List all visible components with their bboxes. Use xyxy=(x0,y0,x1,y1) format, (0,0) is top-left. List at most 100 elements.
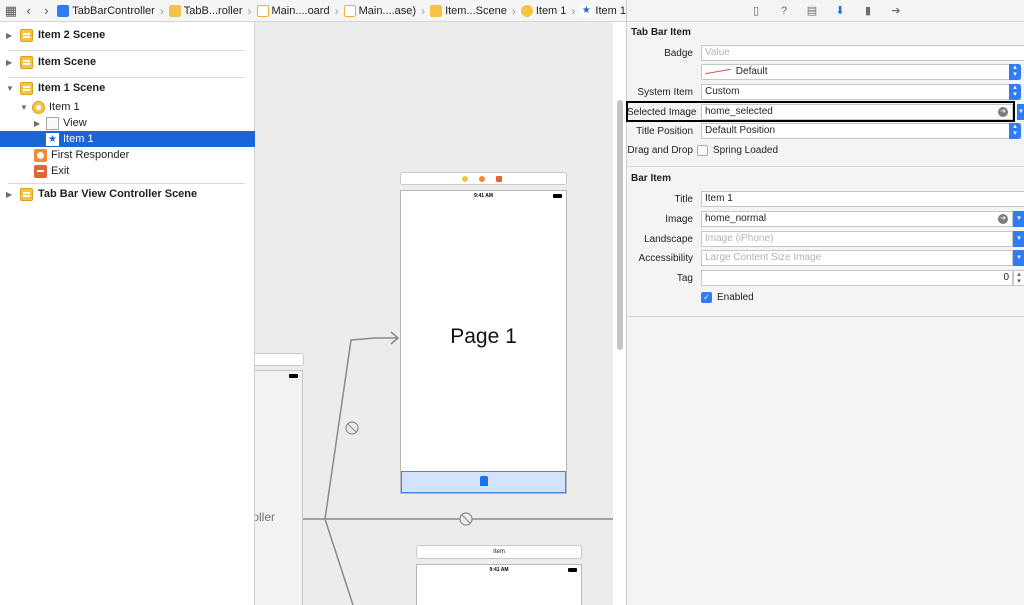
disclosure-triangle-icon[interactable]: ▶ xyxy=(6,58,16,67)
tag-row: Tag 0 ▴ ▾ xyxy=(627,269,1024,287)
breadcrumb-scene[interactable]: Item...Scene xyxy=(430,4,507,17)
title-label: Title xyxy=(674,193,693,205)
enabled-label: Enabled xyxy=(717,291,754,303)
identity-inspector-icon[interactable]: ▤ xyxy=(804,3,820,19)
item-scene-bar[interactable]: Item xyxy=(416,545,582,559)
tab-bar-controller-frame[interactable] xyxy=(255,370,303,605)
title-field[interactable]: Item 1 xyxy=(701,191,1024,207)
disclosure-triangle-icon[interactable]: ▶ xyxy=(6,31,16,40)
breadcrumb-folder[interactable]: TabB...roller xyxy=(168,4,243,17)
badge-field[interactable]: Value xyxy=(701,45,1024,61)
tab-bar[interactable] xyxy=(401,471,566,493)
canvas-scrollbar[interactable] xyxy=(617,100,623,350)
battery-icon xyxy=(553,194,562,198)
go-to-arrow-icon[interactable]: ➔ xyxy=(998,214,1008,224)
attributes-inspector-icon[interactable]: ⬇ xyxy=(832,3,848,19)
image-row: Image home_normal ➔ ▾ xyxy=(627,210,1024,228)
system-item-label: System Item xyxy=(637,86,693,98)
spring-loaded-label: Spring Loaded xyxy=(713,144,779,156)
scene-icon xyxy=(20,28,33,42)
chevron-right-icon: › xyxy=(421,3,426,18)
badge-label: Badge xyxy=(664,47,693,59)
file-inspector-icon[interactable]: ▯ xyxy=(748,3,764,19)
exit-icon xyxy=(34,164,47,178)
enabled-checkbox[interactable]: ✓ xyxy=(701,291,712,303)
view-icon xyxy=(46,116,59,130)
tag-field[interactable]: 0 xyxy=(701,270,1013,286)
scene-icon xyxy=(20,81,33,95)
tree-label: Item 1 xyxy=(49,101,80,113)
chevron-right-icon: › xyxy=(334,3,339,18)
page-title-label[interactable]: Page 1 xyxy=(401,325,566,349)
landscape-label: Landscape xyxy=(644,233,693,245)
landscape-combo[interactable]: Image (iPhone) xyxy=(701,231,1013,247)
breadcrumb-storyboard-base[interactable]: Main....ase) xyxy=(343,4,416,17)
image-combo[interactable]: home_normal ➔ xyxy=(701,211,1013,227)
breadcrumb-label: Item...Scene xyxy=(445,4,507,17)
item-phone-frame[interactable]: 9:41 AM xyxy=(416,564,582,605)
storyboard-canvas[interactable]: troller 9:41 AM Page 1 Item 9:41 AM xyxy=(255,22,613,605)
breadcrumb-project[interactable]: TabBarController xyxy=(57,4,155,17)
dropdown-arrow-icon[interactable]: ▾ xyxy=(1013,250,1024,266)
breadcrumb-storyboard[interactable]: Main....oard xyxy=(256,4,330,17)
landscape-row: Landscape Image (iPhone) ▾ xyxy=(627,230,1024,248)
breadcrumb-label: TabBarController xyxy=(72,4,155,17)
section-divider xyxy=(627,166,1024,167)
scene-label: Tab Bar View Controller Scene xyxy=(38,188,198,200)
scene-icon xyxy=(430,4,443,17)
spring-loaded-checkbox[interactable] xyxy=(697,144,708,156)
badge-color-popup[interactable]: Default ▴ ▾ xyxy=(701,64,1021,80)
item-1-scene-bar[interactable] xyxy=(400,172,567,185)
section-title-tab-bar-item: Tab Bar Item xyxy=(631,27,691,38)
disclosure-triangle-icon[interactable]: ▶ xyxy=(6,190,16,199)
related-items-icon[interactable]: ▦ xyxy=(4,3,18,19)
forward-arrow-icon[interactable]: › xyxy=(40,3,54,19)
badge-row: Badge Value xyxy=(627,44,1024,62)
dropdown-arrow-icon[interactable]: ▾ xyxy=(1013,211,1024,227)
battery-icon xyxy=(289,374,298,378)
tree-label: Item 1 xyxy=(63,133,94,145)
first-responder-icon[interactable] xyxy=(479,176,485,182)
image-value: home_normal xyxy=(705,213,767,224)
disclosure-triangle-open-icon[interactable]: ▼ xyxy=(20,103,32,112)
tree-item-first-responder[interactable]: First Responder xyxy=(0,147,255,163)
dropdown-arrow-icon[interactable]: ▾ xyxy=(1013,231,1024,247)
scene-label: Item 2 Scene xyxy=(38,29,106,41)
jump-bar: ▦ ‹ › TabBarController › TabB...roller ›… xyxy=(0,0,626,22)
tree-item-view[interactable]: ▶ View xyxy=(0,115,255,131)
breadcrumb-tab-item[interactable]: ★ Item 1 xyxy=(580,4,626,17)
title-position-popup[interactable]: Default Position ▴ ▾ xyxy=(701,123,1021,139)
back-arrow-icon[interactable]: ‹ xyxy=(22,3,36,19)
quick-help-icon[interactable]: ? xyxy=(776,3,792,19)
breadcrumb-label: Item 1 xyxy=(535,4,567,17)
chevron-right-icon: › xyxy=(571,3,576,18)
scene-row-item-1[interactable]: ▼ Item 1 Scene xyxy=(0,78,255,98)
battery-icon xyxy=(568,568,577,572)
project-icon xyxy=(57,4,70,17)
stepper[interactable]: ▴ ▾ xyxy=(1013,270,1024,286)
dropdown-arrow-icon[interactable]: ▾ xyxy=(1017,104,1024,120)
scene-row-item-2[interactable]: ▶ Item 2 Scene xyxy=(0,25,255,45)
size-inspector-icon[interactable]: ▮ xyxy=(860,3,876,19)
exit-icon[interactable] xyxy=(496,176,502,182)
first-responder-icon xyxy=(34,148,47,162)
disclosure-triangle-open-icon[interactable]: ▼ xyxy=(6,84,16,93)
system-item-popup[interactable]: Custom ▴ ▾ xyxy=(701,84,1021,100)
breadcrumb-item[interactable]: Item 1 xyxy=(520,4,567,17)
view-controller-icon[interactable] xyxy=(462,176,468,182)
tab-bar-controller-scene-bar[interactable] xyxy=(255,353,304,366)
tree-item-tab-bar-item[interactable]: ★ Item 1 xyxy=(0,131,255,147)
home-icon[interactable] xyxy=(479,476,488,486)
drag-drop-label: Drag and Drop xyxy=(627,144,693,156)
accessibility-combo[interactable]: Large Content Size Image xyxy=(701,250,1013,266)
connections-inspector-icon[interactable]: ➔ xyxy=(888,3,904,19)
tree-item-view-controller[interactable]: ▼ Item 1 xyxy=(0,99,255,115)
scene-row-item[interactable]: ▶ Item Scene xyxy=(0,52,255,72)
item-1-phone-frame[interactable]: 9:41 AM Page 1 xyxy=(400,190,567,494)
tree-item-exit[interactable]: Exit xyxy=(0,163,255,179)
scene-row-tab-bar-controller[interactable]: ▶ Tab Bar View Controller Scene xyxy=(0,184,255,204)
star-icon: ★ xyxy=(46,132,59,146)
disclosure-triangle-icon[interactable]: ▶ xyxy=(34,119,46,128)
item-icon xyxy=(520,4,533,17)
scene-icon xyxy=(20,55,33,69)
